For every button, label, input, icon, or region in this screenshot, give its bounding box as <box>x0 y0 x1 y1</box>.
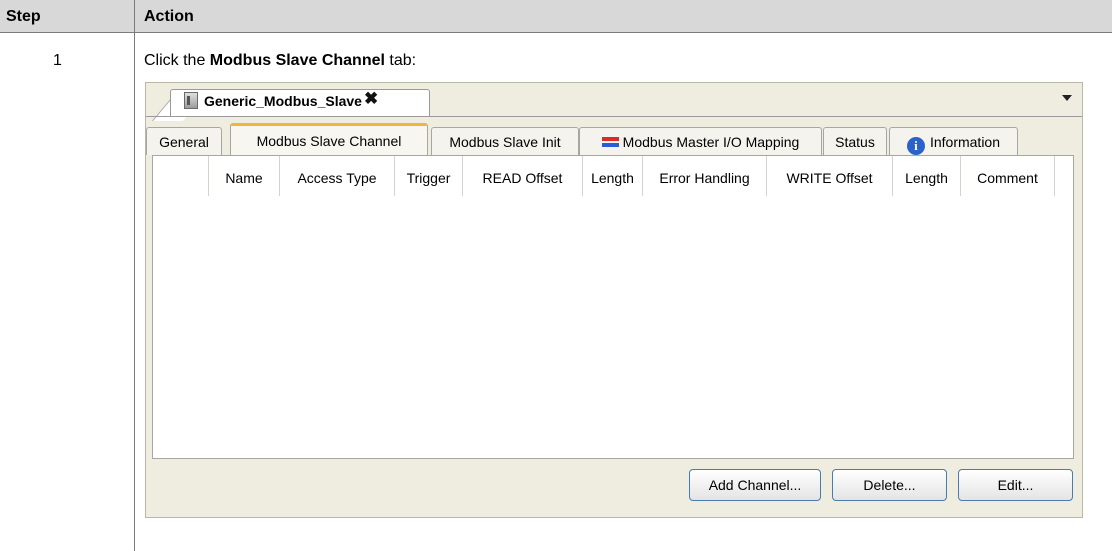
tab-modbus-master-io-mapping[interactable]: Modbus Master I/O Mapping <box>579 127 822 155</box>
column-header[interactable]: Trigger <box>395 156 463 196</box>
tab-label: Status <box>835 134 875 150</box>
header-action: Action <box>144 8 194 25</box>
column-header[interactable]: Length <box>583 156 643 196</box>
tab-label: Information <box>929 134 1001 150</box>
header-step: Step <box>6 8 41 25</box>
tab-general[interactable]: General <box>146 127 222 155</box>
tab-label: General <box>159 134 209 150</box>
table-header-row: Step Action <box>0 0 1112 33</box>
instruction-prefix: Click the <box>144 52 210 69</box>
column-divider <box>134 0 135 551</box>
tab-label: Modbus Slave Channel <box>256 133 402 149</box>
tab-label: Modbus Master I/O Mapping <box>622 134 800 150</box>
grid-header-blank <box>153 156 209 196</box>
info-icon: i <box>906 137 925 155</box>
step-number: 1 <box>53 52 62 69</box>
close-icon[interactable]: ✖ <box>364 89 378 109</box>
tab-information[interactable]: i Information <box>889 127 1018 155</box>
tab-bar-divider <box>146 116 1082 117</box>
instruction-suffix: tab: <box>384 52 417 69</box>
channel-grid: Name Access Type Trigger READ Offset Len… <box>152 155 1074 459</box>
editor-tab-label: Generic_Modbus_Slave <box>204 93 362 109</box>
edit-button[interactable]: Edit... <box>958 469 1073 501</box>
add-channel-button[interactable]: Add Channel... <box>689 469 821 501</box>
subtab-strip: General Modbus Slave Channel Modbus Slav… <box>146 123 1082 155</box>
column-header[interactable]: Name <box>209 156 280 196</box>
column-header[interactable]: Length <box>893 156 961 196</box>
column-header[interactable]: WRITE Offset <box>767 156 893 196</box>
editor-tab-bar: Generic_Modbus_Slave ✖ <box>146 83 1082 121</box>
column-header[interactable]: Error Handling <box>643 156 767 196</box>
device-editor-screenshot: Generic_Modbus_Slave ✖ General Modbus Sl… <box>145 82 1083 518</box>
device-icon <box>184 92 198 109</box>
transfer-arrows-icon <box>601 136 619 148</box>
delete-button[interactable]: Delete... <box>832 469 947 501</box>
tab-label: Modbus Slave Init <box>449 134 561 150</box>
procedure-table: Step Action 1 Click the Modbus Slave Cha… <box>0 0 1112 551</box>
column-header[interactable]: Comment <box>961 156 1055 196</box>
instruction-bold: Modbus Slave Channel <box>209 52 385 69</box>
tab-modbus-slave-init[interactable]: Modbus Slave Init <box>431 127 579 155</box>
step-instruction: Click the Modbus Slave Channel tab: <box>144 52 416 70</box>
tab-status[interactable]: Status <box>823 127 887 155</box>
grid-header: Name Access Type Trigger READ Offset Len… <box>153 156 1073 196</box>
tab-modbus-slave-channel[interactable]: Modbus Slave Channel <box>230 123 428 155</box>
chevron-down-icon[interactable] <box>1062 95 1072 101</box>
column-header[interactable]: Access Type <box>280 156 395 196</box>
column-header[interactable]: READ Offset <box>463 156 583 196</box>
